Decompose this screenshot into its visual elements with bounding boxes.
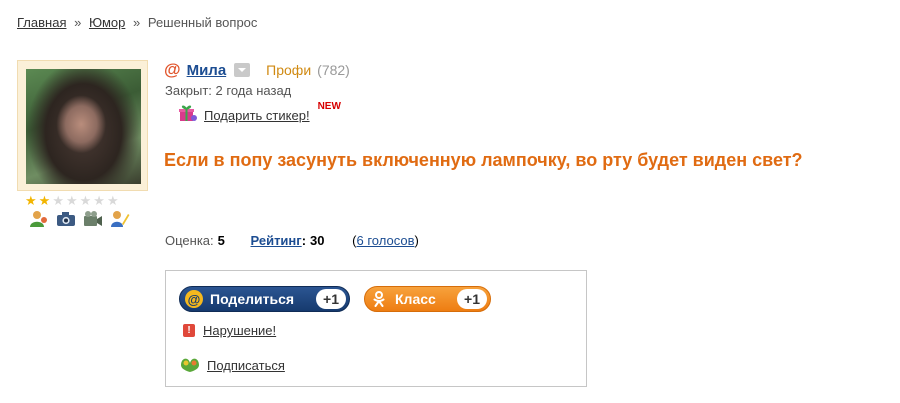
- class-button[interactable]: Класс +1: [364, 286, 491, 312]
- score-value: 5: [217, 233, 225, 248]
- avatar[interactable]: [26, 69, 141, 184]
- rating-link[interactable]: Рейтинг: [251, 233, 302, 248]
- rating-colon: :: [301, 233, 307, 248]
- user-level-stars: ★★★★★★★: [25, 193, 121, 208]
- breadcrumb-separator: »: [74, 15, 82, 30]
- user-line: @ Мила Профи (782): [164, 60, 350, 80]
- share-label: Поделиться: [210, 291, 295, 307]
- question-stats: Оценка: 5 Рейтинг: 30 (6 голосов): [165, 233, 419, 248]
- closed-label: Закрыт:: [165, 83, 212, 98]
- score-label: Оценка:: [165, 233, 214, 248]
- user-rank: Профи: [266, 62, 312, 78]
- at-icon: @: [164, 60, 181, 79]
- abuse-line: ! Нарушение!: [183, 323, 276, 338]
- user-points: (782): [317, 62, 350, 78]
- video-icon[interactable]: [83, 210, 103, 228]
- share-panel: @ Поделиться +1 Класс +1 ! Нарушение! По…: [165, 270, 587, 387]
- user-icon[interactable]: [29, 210, 49, 228]
- subscribe-icon: [179, 353, 201, 378]
- breadcrumb-separator: »: [132, 15, 141, 30]
- share-button[interactable]: @ Поделиться +1: [179, 286, 350, 312]
- star-empty-icon: ★: [52, 193, 66, 208]
- votes-link[interactable]: 6 голосов: [356, 233, 414, 248]
- class-count: +1: [457, 289, 487, 309]
- gift-icon: [178, 104, 198, 127]
- avatar-frame: [17, 60, 148, 191]
- mail-dropdown-icon[interactable]: [234, 63, 251, 77]
- rating-value: 30: [310, 233, 325, 248]
- votes: (6 голосов): [352, 233, 419, 248]
- breadcrumb-category-link[interactable]: Юмор: [89, 15, 125, 30]
- star-empty-icon: ★: [79, 193, 94, 208]
- closed-value: 2 года назад: [215, 83, 292, 98]
- sticker-line: Подарить стикер! NEW: [178, 101, 341, 127]
- star-empty-icon: ★: [93, 193, 107, 208]
- abuse-link[interactable]: Нарушение!: [203, 323, 276, 338]
- closed-info: Закрыт: 2 года назад: [165, 83, 291, 98]
- edit-icon[interactable]: [110, 210, 130, 228]
- question-title: Если в попу засунуть включенную лампочку…: [164, 150, 803, 170]
- breadcrumb-current: Решенный вопрос: [147, 15, 258, 30]
- warning-icon: !: [183, 324, 195, 337]
- user-services: [29, 210, 130, 228]
- user-name-link[interactable]: Мила: [187, 62, 227, 79]
- star-empty-icon: ★: [106, 193, 121, 208]
- star-empty-icon: ★: [65, 193, 80, 208]
- gift-sticker-link[interactable]: Подарить стикер!: [204, 108, 310, 123]
- share-count: +1: [316, 289, 346, 309]
- votes-close: ): [414, 233, 419, 248]
- camera-icon[interactable]: [56, 210, 76, 228]
- subscribe-line: Подписаться: [179, 353, 285, 378]
- star-filled-icon: ★: [25, 193, 39, 208]
- new-badge: NEW: [317, 101, 341, 112]
- breadcrumb: Главная » Юмор » Решенный вопрос: [17, 15, 257, 30]
- class-label: Класс: [395, 291, 436, 307]
- star-filled-icon: ★: [38, 193, 53, 208]
- breadcrumb-home-link[interactable]: Главная: [17, 15, 66, 30]
- odnoklassniki-icon: [370, 290, 388, 308]
- at-icon: @: [185, 290, 203, 308]
- subscribe-link[interactable]: Подписаться: [207, 358, 285, 373]
